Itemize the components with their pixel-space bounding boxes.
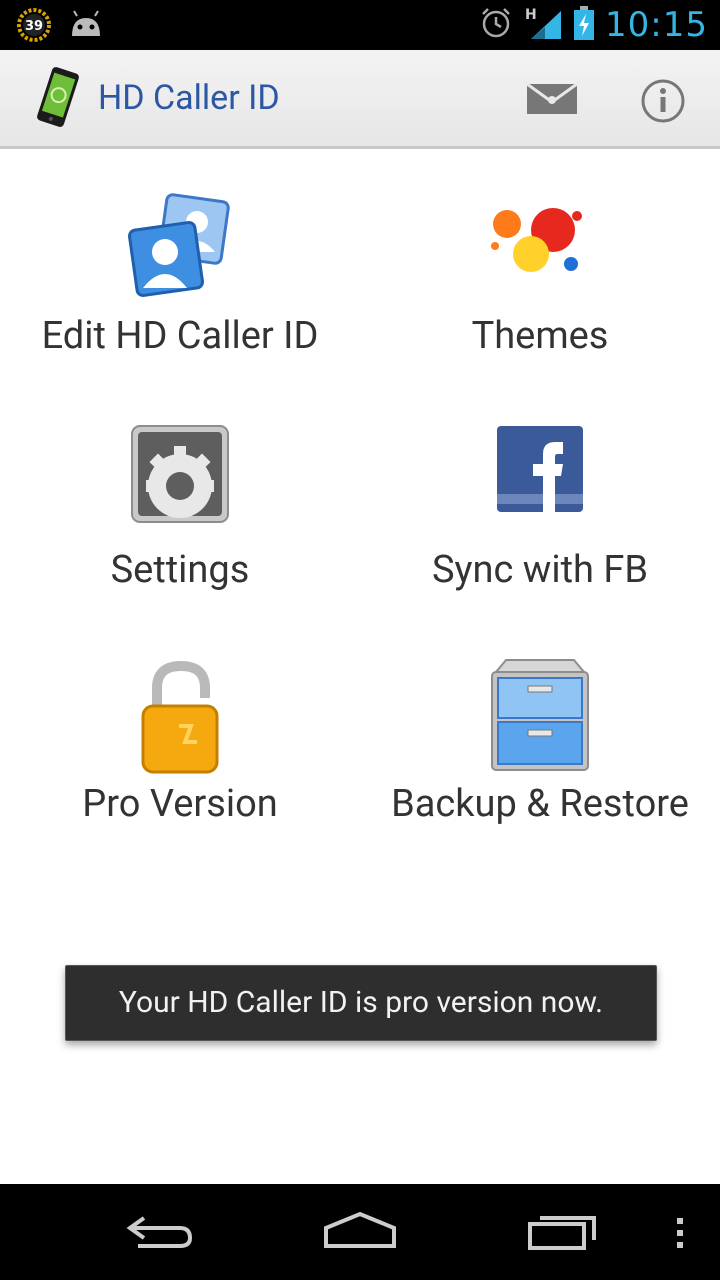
action-bar: HD Caller ID (0, 50, 720, 149)
menu-label: Sync with FB (431, 548, 649, 592)
menu-label: Edit HD Caller ID (41, 314, 319, 358)
mail-icon[interactable] (526, 78, 578, 122)
battery-level-icon: 39 (16, 7, 52, 47)
paint-splash-icon (485, 190, 595, 294)
recents-icon[interactable] (526, 1210, 598, 1258)
menu-label: Themes (471, 314, 609, 358)
info-icon[interactable] (640, 78, 686, 128)
menu-settings[interactable]: Settings (0, 384, 360, 614)
facebook-icon (495, 424, 585, 518)
phone-app-icon (34, 66, 82, 132)
menu-sync-with-fb[interactable]: Sync with FB (360, 384, 720, 614)
file-cabinet-icon (488, 658, 592, 778)
overflow-menu-icon[interactable] (674, 1210, 686, 1258)
toast-message: Your HD Caller ID is pro version now. (65, 965, 657, 1041)
unlocked-padlock-icon (135, 658, 225, 782)
alarm-icon (479, 6, 513, 44)
battery-badge-text: 39 (25, 19, 43, 34)
menu-label: Settings (110, 548, 250, 592)
network-type-text: H (525, 7, 537, 23)
menu-label: Pro Version (82, 782, 278, 826)
signal-icon: H (523, 5, 563, 45)
gear-icon (130, 424, 230, 528)
clock: 10:15 (605, 5, 708, 45)
contacts-icon (125, 190, 235, 304)
menu-backup-restore[interactable]: Backup & Restore (360, 618, 720, 848)
navigation-bar (0, 1184, 720, 1280)
menu-themes[interactable]: Themes (360, 150, 720, 380)
home-icon[interactable] (322, 1210, 398, 1258)
battery-icon (573, 5, 595, 45)
android-debug-icon (68, 10, 104, 44)
status-bar: 39 H 10:15 (0, 0, 720, 50)
menu-pro-version[interactable]: Pro Version (0, 618, 360, 848)
app-title: HD Caller ID (98, 78, 280, 118)
menu-edit-hd-caller-id[interactable]: Edit HD Caller ID (0, 150, 360, 380)
back-icon[interactable] (124, 1210, 196, 1258)
menu-label: Backup & Restore (391, 782, 689, 826)
